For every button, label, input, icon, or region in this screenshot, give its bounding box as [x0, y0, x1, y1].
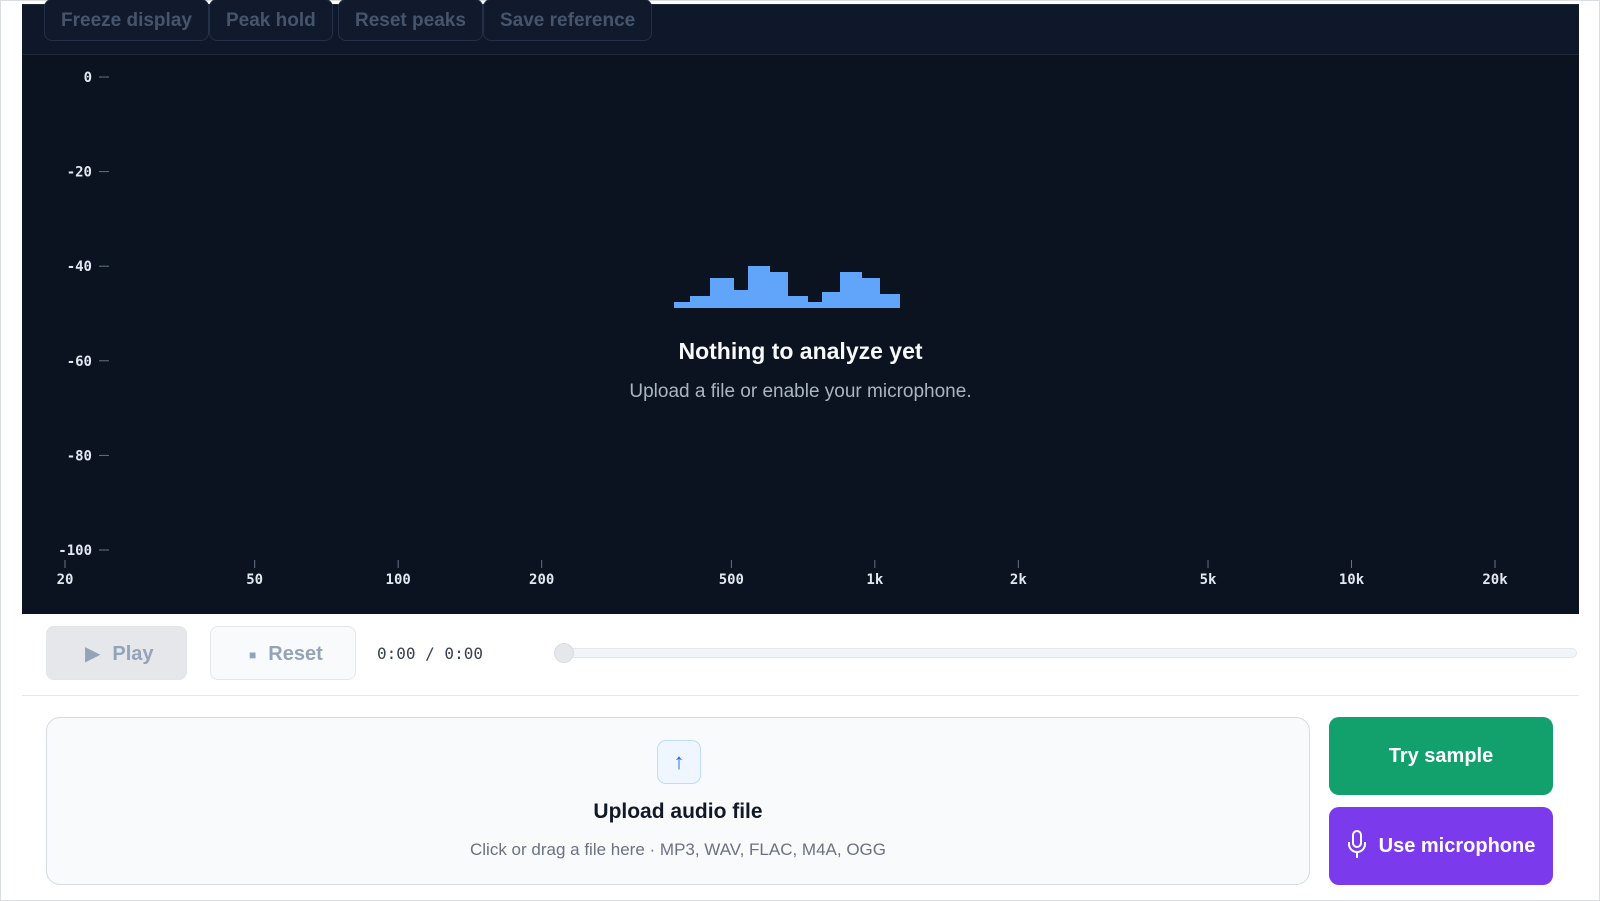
transport-bar: ▶ Play ■ Reset 0:00 / 0:00	[22, 614, 1579, 696]
seek-slider[interactable]	[553, 643, 1577, 663]
seek-thumb[interactable]	[553, 643, 574, 663]
try-sample-button[interactable]: Try sample	[1329, 717, 1553, 795]
reset-button[interactable]: ■ Reset	[210, 626, 356, 680]
stop-icon: ■	[249, 647, 257, 662]
spectrum-bars-icon	[674, 266, 900, 308]
spectrum-chart: 0 -20 -40 -60 -80 -100 20 50 100 200 500 1k 2k 5k 10k 2…	[22, 55, 1579, 615]
empty-state-subtitle: Upload a file or enable your microphone.	[629, 381, 972, 402]
use-microphone-button[interactable]: Use microphone	[1329, 807, 1553, 885]
empty-state: Nothing to analyze yet Upload a file or …	[22, 55, 1579, 615]
use-microphone-label: Use microphone	[1378, 835, 1536, 857]
time-readout: 0:00 / 0:00	[377, 644, 483, 663]
peak-hold-button[interactable]: Peak hold	[209, 0, 333, 41]
upload-title: Upload audio file	[593, 800, 763, 823]
reset-label: Reset	[268, 643, 323, 665]
empty-state-title: Nothing to analyze yet	[678, 338, 923, 364]
microphone-icon	[1347, 829, 1366, 858]
analyzer-toolbar: Freeze display Peak hold Reset peaks Sav…	[22, 0, 1579, 55]
spectrum-panel: Freeze display Peak hold Reset peaks Sav…	[22, 0, 1579, 615]
play-icon: ▶	[85, 643, 101, 665]
reset-peaks-button[interactable]: Reset peaks	[338, 0, 483, 41]
play-button[interactable]: ▶ Play	[46, 626, 187, 680]
upload-subtitle: Click or drag a file here · MP3, WAV, FL…	[470, 840, 886, 859]
upload-arrow-icon: ↑	[657, 740, 701, 784]
play-label: Play	[112, 643, 154, 665]
freeze-display-button[interactable]: Freeze display	[44, 0, 209, 41]
save-reference-button[interactable]: Save reference	[483, 0, 653, 41]
upload-dropzone[interactable]: ↑ Upload audio file Click or drag a file…	[46, 717, 1310, 885]
